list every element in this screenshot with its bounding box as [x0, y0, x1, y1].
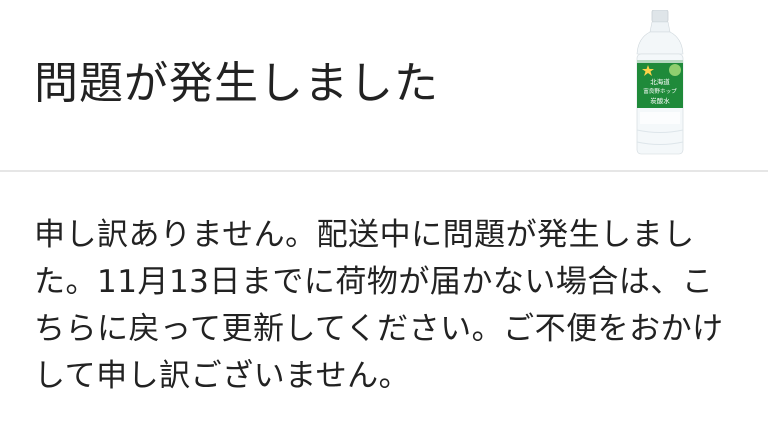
- page-title: 問題が発生しました: [34, 58, 439, 109]
- error-header: 問題が発生しました 北海道 富良野ホップ 炭酸水: [0, 0, 768, 170]
- product-label-line-1: 北海道: [650, 77, 670, 86]
- error-message: 申し訳ありません。配送中に問題が発生しました。11月13日までに荷物が届かない場…: [34, 217, 724, 394]
- header-divider: [0, 170, 768, 172]
- product-label-line-2: 富良野ホップ: [643, 87, 677, 95]
- product-label-line-3: 炭酸水: [650, 96, 670, 105]
- product-image: 北海道 富良野ホップ 炭酸水: [636, 10, 684, 155]
